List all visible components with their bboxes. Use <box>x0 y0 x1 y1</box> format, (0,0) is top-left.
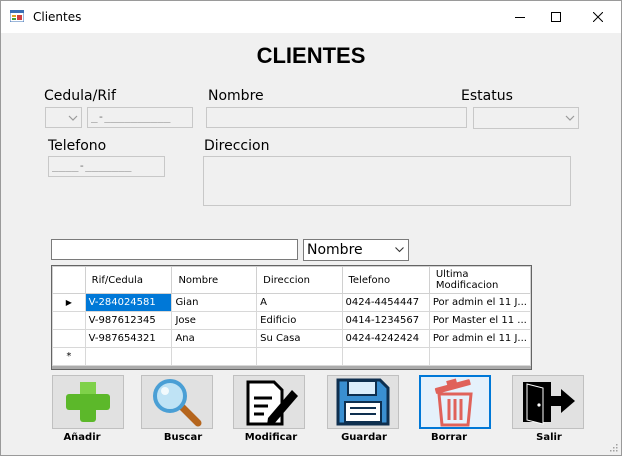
estatus-label: Estatus <box>461 88 513 104</box>
table-cell[interactable]: Por admin el 11 J... <box>428 293 531 312</box>
column-header-direccion[interactable]: Direccion <box>256 266 343 294</box>
table-cell[interactable] <box>84 347 173 366</box>
edit-button[interactable] <box>233 375 305 429</box>
search-filter-value: Nombre <box>307 242 363 258</box>
search-label: Buscar <box>163 432 203 443</box>
table-cell[interactable] <box>256 347 343 366</box>
column-header-nombre[interactable]: Nombre <box>171 266 258 294</box>
table-cell[interactable]: Por admin el 11 J... <box>428 329 531 348</box>
search-input[interactable] <box>51 239 298 260</box>
direccion-field[interactable] <box>203 156 571 206</box>
column-header-ultima-modificacion[interactable]: Ultima Modificacion <box>428 266 531 294</box>
form-heading: CLIENTES <box>256 43 366 68</box>
table-cell[interactable]: 0424-4454447 <box>341 293 430 312</box>
column-header-telefono[interactable]: Telefono <box>341 266 430 294</box>
resize-grip-icon[interactable] <box>608 442 618 452</box>
exit-button[interactable] <box>512 375 584 429</box>
table-cell[interactable] <box>171 347 258 366</box>
row-header[interactable] <box>52 329 86 348</box>
magnifier-icon <box>153 379 202 427</box>
nombre-label: Nombre <box>208 88 264 104</box>
save-button[interactable] <box>327 375 399 429</box>
table-cell[interactable]: Por Master el 11 ... <box>428 311 531 330</box>
row-header-new[interactable]: * <box>52 347 86 366</box>
maximize-icon <box>551 12 561 22</box>
table-cell[interactable]: Jose <box>171 311 258 330</box>
cedula-type-select[interactable] <box>45 107 82 128</box>
row-header[interactable] <box>52 311 86 330</box>
new-row[interactable]: * <box>52 347 531 366</box>
table-cell[interactable]: Su Casa <box>256 329 343 348</box>
cedula-field[interactable]: _-__________ <box>87 107 193 128</box>
table-cell[interactable]: Edificio <box>256 311 343 330</box>
edit-document-icon <box>246 380 298 426</box>
window-title: Clientes <box>33 10 82 24</box>
table-row[interactable]: ▶ V-284024581 Gian A 0424-4454447 Por ad… <box>52 293 531 312</box>
search-filter-select[interactable]: Nombre <box>303 239 409 261</box>
table-cell[interactable] <box>341 347 430 366</box>
table-row[interactable]: V-987612345 Jose Edificio 0414-1234567 P… <box>52 311 531 330</box>
table-cell[interactable]: Ana <box>171 329 258 348</box>
maximize-button[interactable] <box>533 1 579 33</box>
plus-icon <box>66 382 110 422</box>
delete-button[interactable] <box>419 375 491 429</box>
grid-corner-header[interactable] <box>52 266 86 294</box>
clientes-window: Clientes CLIENTES Cedula/Rif Nombre Esta… <box>0 0 622 456</box>
telefono-field[interactable]: ____-_______ <box>48 156 165 177</box>
grid-header-row: Rif/Cedula Nombre Direccion Telefono Ult… <box>52 266 531 294</box>
add-button[interactable] <box>52 375 124 429</box>
trash-icon <box>434 378 473 427</box>
telefono-label: Telefono <box>48 138 107 154</box>
delete-label: Borrar <box>430 432 468 443</box>
table-row[interactable]: V-987654321 Ana Su Casa 0424-4242424 Por… <box>52 329 531 348</box>
table-cell[interactable]: Gian <box>171 293 258 312</box>
exit-door-icon <box>523 382 575 425</box>
table-cell[interactable]: V-284024581 <box>84 293 173 312</box>
table-cell[interactable]: V-987654321 <box>84 329 173 348</box>
clients-grid[interactable]: Rif/Cedula Nombre Direccion Telefono Ult… <box>51 265 532 370</box>
clients-table: Rif/Cedula Nombre Direccion Telefono Ult… <box>52 266 531 366</box>
floppy-disk-icon <box>336 378 390 426</box>
table-cell[interactable]: A <box>256 293 343 312</box>
column-header-rif[interactable]: Rif/Cedula <box>84 266 173 294</box>
chevron-down-icon <box>565 115 575 121</box>
add-label: Añadir <box>63 432 101 443</box>
minimize-icon <box>515 17 525 18</box>
exit-label: Salir <box>536 432 562 443</box>
close-button[interactable] <box>575 1 621 33</box>
table-cell[interactable]: V-987612345 <box>84 311 173 330</box>
app-form-icon <box>10 10 24 22</box>
table-cell[interactable] <box>428 347 531 366</box>
row-header-current[interactable]: ▶ <box>52 293 86 312</box>
table-cell[interactable]: 0424-4242424 <box>341 329 430 348</box>
table-cell[interactable]: 0414-1234567 <box>341 311 430 330</box>
chevron-down-icon <box>395 247 404 253</box>
nombre-field[interactable] <box>206 107 467 128</box>
edit-label: Modificar <box>244 432 298 443</box>
direccion-label: Direccion <box>204 138 270 154</box>
close-icon <box>593 12 603 22</box>
title-bar: Clientes <box>1 1 621 33</box>
cedula-label: Cedula/Rif <box>44 88 116 104</box>
save-label: Guardar <box>341 432 387 443</box>
estatus-select[interactable] <box>473 107 579 129</box>
chevron-down-icon <box>68 115 78 121</box>
search-button[interactable] <box>141 375 213 429</box>
